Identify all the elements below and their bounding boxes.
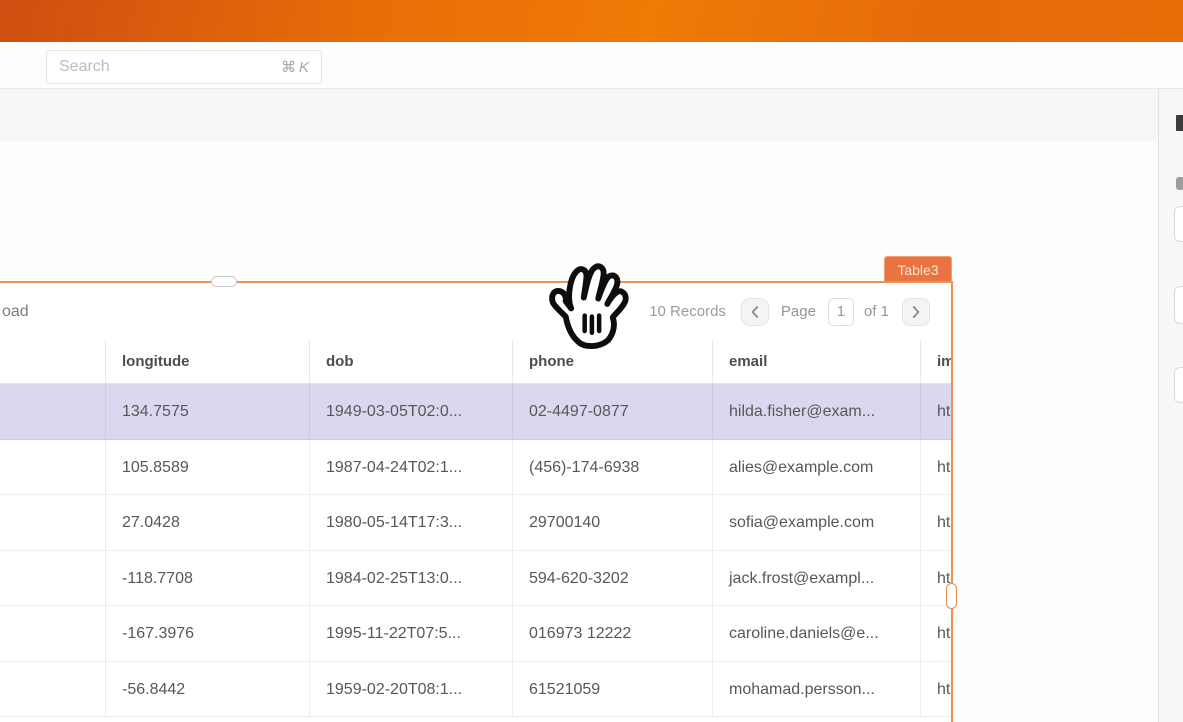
property-pane-title-fragment (1176, 115, 1183, 131)
property-input-fragment[interactable] (1174, 286, 1183, 324)
column-header-email[interactable]: email (713, 340, 921, 384)
page-number-input[interactable] (828, 298, 854, 326)
table-body: 134.75751949-03-05T02:0...02-4497-0877hi… (0, 384, 951, 717)
table-cell[interactable]: -118.7708 (106, 551, 310, 607)
search-input[interactable] (59, 58, 281, 76)
chevron-left-icon (751, 306, 759, 318)
column-header-blank[interactable] (0, 340, 106, 384)
table-row[interactable]: 134.75751949-03-05T02:0...02-4497-0877hi… (0, 384, 951, 440)
table-pagination: 10 Records Page of 1 (649, 283, 951, 340)
property-pane (1158, 89, 1183, 722)
table-cell[interactable] (0, 384, 106, 440)
table-cell[interactable]: ht (921, 606, 951, 662)
table-cell[interactable]: mohamad.persson... (713, 662, 921, 718)
table-cell[interactable]: sofia@example.com (713, 495, 921, 551)
column-header-im[interactable]: im (921, 340, 951, 384)
table-toolbar: oad 10 Records Page of 1 (0, 283, 951, 340)
table-widget[interactable]: oad 10 Records Page of 1 longitudedobpho… (0, 283, 951, 722)
table-row[interactable]: -167.39761995-11-22T07:5...016973 12222c… (0, 606, 951, 662)
table-cell[interactable]: ht (921, 440, 951, 496)
page-label: Page (781, 303, 816, 320)
table-cell[interactable]: 1987-04-24T02:1... (310, 440, 513, 496)
cmd-icon: ⌘ (281, 59, 296, 76)
table-cell[interactable]: 02-4497-0877 (513, 384, 713, 440)
table-cell[interactable] (0, 440, 106, 496)
property-pane-icon-fragment (1176, 177, 1183, 190)
table-cell[interactable]: 1980-05-14T17:3... (310, 495, 513, 551)
table-cell[interactable]: 61521059 (513, 662, 713, 718)
table-row[interactable]: -118.77081984-02-25T13:0...594-620-3202j… (0, 551, 951, 607)
table-cell[interactable] (0, 606, 106, 662)
chevron-right-icon (912, 306, 920, 318)
column-header-phone[interactable]: phone (513, 340, 713, 384)
table-cell[interactable]: 1984-02-25T13:0... (310, 551, 513, 607)
widget-resize-handle-top[interactable] (211, 276, 237, 287)
widget-name-tag[interactable]: Table3 (884, 256, 952, 282)
top-toolbar: ⌘K P (0, 42, 1183, 89)
widget-resize-handle-right[interactable] (946, 583, 957, 609)
property-input-fragment[interactable] (1174, 367, 1183, 403)
table-cell[interactable]: jack.frost@exampl... (713, 551, 921, 607)
table-cell[interactable]: 27.0428 (106, 495, 310, 551)
table-cell[interactable]: caroline.daniels@e... (713, 606, 921, 662)
record-count: 10 Records (649, 303, 726, 320)
next-page-button[interactable] (902, 298, 930, 326)
widget-border-right (951, 281, 953, 722)
table-cell[interactable]: 016973 12222 (513, 606, 713, 662)
page-total-label: of 1 (864, 303, 889, 320)
table-cell[interactable]: ht (921, 662, 951, 718)
table-cell[interactable]: (456)-174-6938 (513, 440, 713, 496)
table-cell[interactable] (0, 662, 106, 718)
table-cell[interactable]: 1959-02-20T08:1... (310, 662, 513, 718)
table-row[interactable]: 27.04281980-05-14T17:3...29700140sofia@e… (0, 495, 951, 551)
column-header-longitude[interactable]: longitude (106, 340, 310, 384)
table-cell[interactable]: 1995-11-22T07:5... (310, 606, 513, 662)
shortcut-key: K (299, 59, 309, 76)
table-row[interactable]: 105.85891987-04-24T02:1...(456)-174-6938… (0, 440, 951, 496)
table-cell[interactable]: 105.8589 (106, 440, 310, 496)
table-cell[interactable]: 594-620-3202 (513, 551, 713, 607)
column-header-dob[interactable]: dob (310, 340, 513, 384)
table-title-truncated: oad (2, 283, 29, 340)
table-cell[interactable]: -56.8442 (106, 662, 310, 718)
table-cell[interactable]: alies@example.com (713, 440, 921, 496)
table-cell[interactable] (0, 551, 106, 607)
table-cell[interactable]: hilda.fisher@exam... (713, 384, 921, 440)
table-cell[interactable]: -167.3976 (106, 606, 310, 662)
table-cell[interactable]: ht (921, 384, 951, 440)
app-header-banner (0, 0, 1183, 42)
search-shortcut: ⌘K (281, 58, 309, 76)
search-box[interactable]: ⌘K (46, 50, 322, 84)
canvas-gutter (0, 89, 1158, 141)
prev-page-button[interactable] (741, 298, 769, 326)
property-input-fragment[interactable] (1174, 206, 1183, 242)
table-cell[interactable]: 29700140 (513, 495, 713, 551)
table-cell[interactable]: 1949-03-05T02:0... (310, 384, 513, 440)
table-cell[interactable] (0, 495, 106, 551)
table-header-row: longitudedobphoneemailim (0, 340, 951, 384)
table-cell[interactable]: 134.7575 (106, 384, 310, 440)
table-row[interactable]: -56.84421959-02-20T08:1...61521059mohama… (0, 662, 951, 718)
table-cell[interactable]: ht (921, 495, 951, 551)
